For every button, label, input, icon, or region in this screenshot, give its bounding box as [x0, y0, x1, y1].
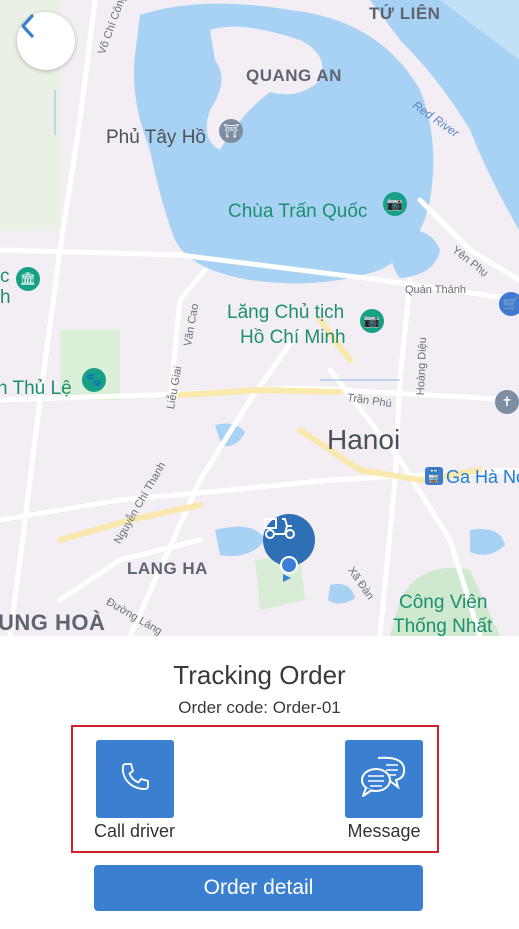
church-icon[interactable]: ✝ — [495, 390, 519, 414]
call-driver-button[interactable]: Call driver — [94, 740, 176, 842]
message-tile[interactable] — [345, 740, 423, 818]
call-driver-tile[interactable] — [96, 740, 174, 818]
direction-arrow-icon — [283, 574, 291, 582]
map-label-ga-ha-noi: Ga Hà No — [446, 467, 519, 487]
map-label-tu-lien: TỨ LIÊN — [369, 4, 441, 23]
message-button[interactable]: Message — [345, 740, 423, 842]
tracking-panel: Tracking Order Order code: Order-01 Call… — [0, 636, 519, 929]
map-label-left-h: h — [0, 287, 11, 308]
map-label-chua-tran-quoc: Chùa Trấn Quốc — [228, 201, 368, 222]
map-label-lang-line1: Lăng Chủ tịch — [227, 302, 345, 323]
call-driver-label: Call driver — [94, 821, 176, 841]
chat-bubbles-icon — [358, 754, 410, 805]
shopping-icon[interactable]: 🛒 — [499, 292, 519, 316]
camera-icon[interactable]: 📷 — [383, 192, 407, 216]
order-code-text: Order code: Order-01 — [178, 698, 341, 717]
map-label-quan-thanh: Quán Thánh — [405, 284, 466, 296]
actions-highlight: Call driver Message — [71, 725, 439, 853]
page-title: Tracking Order — [173, 660, 346, 690]
phone-icon — [117, 759, 153, 800]
map-label-trung-hoa: UNG HOÀ — [0, 610, 106, 635]
train-icon[interactable]: 🚆 — [425, 467, 443, 485]
message-label: Message — [347, 821, 421, 841]
order-detail-button[interactable]: Order detail — [94, 865, 423, 911]
map-view[interactable]: TỨ LIÊN QUANG AN Red River Võ Chí Công P… — [0, 0, 519, 636]
map-label-phu-tay-ho: Phủ Tây Hồ — [106, 127, 206, 148]
paw-icon[interactable]: 🐾 — [82, 368, 106, 392]
current-location-dot — [280, 556, 298, 574]
museum-icon[interactable]: 🏛 — [16, 267, 40, 291]
map-label-quang-an: QUANG AN — [246, 66, 342, 85]
map-label-lang-line2: Hồ Chí Minh — [240, 327, 346, 348]
camera-icon[interactable]: 📷 — [360, 309, 384, 333]
map-label-cong-vien-line2: Thống Nhất — [393, 616, 493, 636]
map-label-hoang-dieu: Hoàng Diệu — [415, 336, 430, 396]
map-label-left-c: c — [0, 266, 10, 287]
map-label-hanoi: Hanoi — [327, 424, 401, 455]
back-button[interactable] — [17, 12, 75, 70]
temple-icon[interactable]: ⛩ — [219, 119, 243, 143]
map-label-thu-le: n Thủ Lệ — [0, 378, 72, 399]
map-label-cong-vien-line1: Công Viên — [399, 592, 488, 613]
map-label-lang-ha: LANG HA — [127, 559, 208, 578]
